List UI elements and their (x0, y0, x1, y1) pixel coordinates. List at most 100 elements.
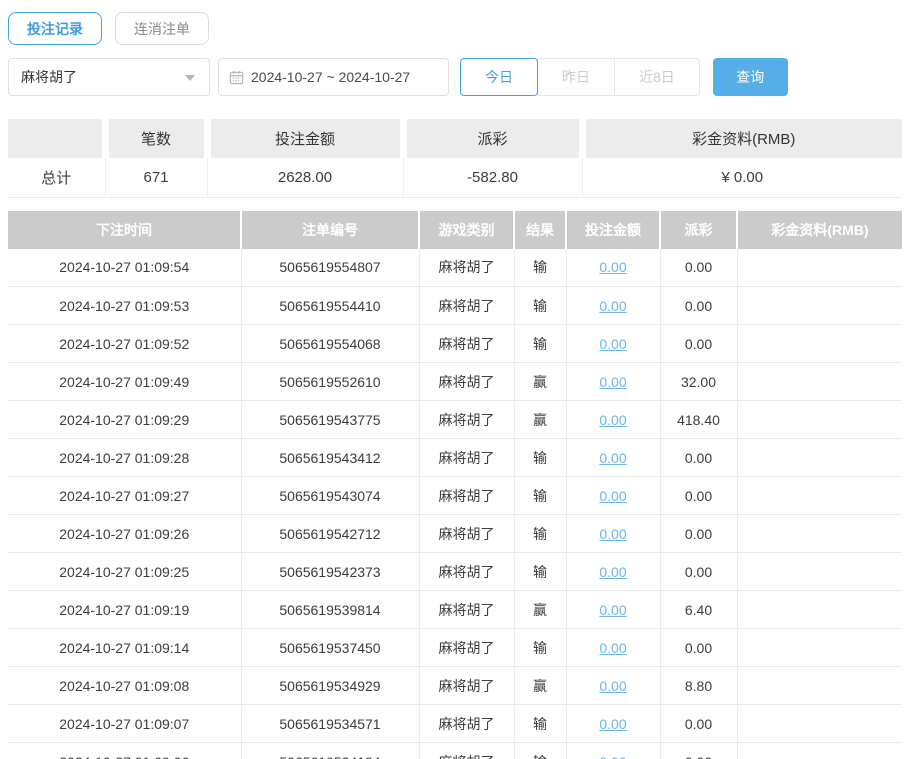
bonus-cell (737, 705, 902, 743)
bet-amount-link[interactable]: 0.00 (599, 716, 626, 732)
bet-amount-cell: 0.00 (566, 667, 660, 705)
result-cell: 输 (514, 477, 566, 515)
tab-cancelled-orders[interactable]: 连消注单 (115, 12, 209, 45)
date-range-value: 2024-10-27 ~ 2024-10-27 (251, 69, 410, 85)
table-row: 2024-10-27 01:09:085065619534929麻将胡了赢0.0… (8, 667, 902, 705)
summary-header-count: 笔数 (105, 119, 207, 158)
table-row: 2024-10-27 01:09:195065619539814麻将胡了赢0.0… (8, 591, 902, 629)
payout-cell: 8.80 (660, 667, 737, 705)
bonus-cell (737, 477, 902, 515)
bonus-cell (737, 591, 902, 629)
bet-amount-link[interactable]: 0.00 (599, 488, 626, 504)
header-order-number: 注单编号 (241, 211, 419, 249)
filter-bar: 麻将胡了 2024-10-27 ~ 2024-10-27 今日 昨日 近8日 查… (8, 58, 902, 96)
bet-amount-link[interactable]: 0.00 (599, 298, 626, 314)
chevron-down-icon (185, 75, 195, 81)
order-number-cell: 5065619543775 (241, 401, 419, 439)
result-cell: 输 (514, 553, 566, 591)
order-number-cell: 5065619537450 (241, 629, 419, 667)
table-row: 2024-10-27 01:09:545065619554807麻将胡了输0.0… (8, 249, 902, 287)
order-number-cell: 5065619542712 (241, 515, 419, 553)
bet-amount-link[interactable]: 0.00 (599, 526, 626, 542)
bet-amount-link[interactable]: 0.00 (599, 564, 626, 580)
last-8-days-button[interactable]: 近8日 (614, 58, 700, 96)
game-type-cell: 麻将胡了 (419, 363, 514, 401)
header-bonus: 彩金资料(RMB) (737, 211, 902, 249)
payout-cell: 0.00 (660, 287, 737, 325)
table-row: 2024-10-27 01:09:495065619552610麻将胡了赢 0.0… (8, 363, 902, 401)
result-cell: 赢 (514, 363, 566, 401)
bet-amount-link[interactable]: 0.00 (599, 640, 626, 656)
game-type-cell: 麻将胡了 (419, 287, 514, 325)
game-type-cell: 麻将胡了 (419, 325, 514, 363)
bet-amount-link[interactable]: 0.00 (599, 754, 626, 759)
payout-cell: 0.00 (660, 515, 737, 553)
summary-header-blank (8, 119, 105, 158)
bet-amount-cell: 0.00 (566, 401, 660, 439)
payout-cell: 418.40 (660, 401, 737, 439)
summary-total-count: 671 (105, 158, 207, 197)
game-type-select[interactable]: 麻将胡了 (8, 58, 210, 96)
bet-amount-link[interactable]: 0.00 (599, 602, 626, 618)
bet-time-cell: 2024-10-27 01:09:07 (8, 705, 241, 743)
result-cell: 输 (514, 629, 566, 667)
bonus-cell (737, 743, 902, 759)
bet-table-header-row: 下注时间 注单编号 游戏类别 结果 投注金额 派彩 彩金资料(RMB) (8, 211, 902, 249)
bet-table-body: 2024-10-27 01:09:545065619554807麻将胡了输0.0… (8, 249, 902, 759)
bet-time-cell: 2024-10-27 01:09:49 (8, 363, 241, 401)
table-row: 2024-10-27 01:09:535065619554410麻将胡了输0.0… (8, 287, 902, 325)
bonus-cell (737, 287, 902, 325)
result-cell: 输 (514, 743, 566, 759)
summary-total-payout: -582.80 (403, 158, 582, 197)
bet-amount-link[interactable]: 0.00 (599, 374, 626, 390)
game-type-cell: 麻将胡了 (419, 401, 514, 439)
bet-amount-link[interactable]: 0.00 (599, 336, 626, 352)
order-number-cell: 5065619552610 (241, 363, 419, 401)
order-number-cell: 5065619554068 (241, 325, 419, 363)
order-number-cell: 5065619554410 (241, 287, 419, 325)
game-type-selected-value: 麻将胡了 (21, 67, 77, 87)
payout-cell: 0.00 (660, 629, 737, 667)
game-type-cell: 麻将胡了 (419, 515, 514, 553)
payout-cell: 0.00 (660, 249, 737, 287)
bet-time-cell: 2024-10-27 01:09:26 (8, 515, 241, 553)
result-cell: 输 (514, 705, 566, 743)
bet-amount-link[interactable]: 0.00 (599, 259, 626, 275)
bet-amount-cell: 0.00 (566, 743, 660, 759)
bet-amount-cell: 0.00 (566, 477, 660, 515)
tab-betting-records[interactable]: 投注记录 (8, 12, 102, 45)
result-cell: 赢 (514, 667, 566, 705)
payout-cell: 32.00 (660, 363, 737, 401)
result-cell: 输 (514, 439, 566, 477)
date-range-input[interactable]: 2024-10-27 ~ 2024-10-27 (218, 58, 449, 96)
bet-time-cell: 2024-10-27 01:09:52 (8, 325, 241, 363)
result-cell: 输 (514, 287, 566, 325)
bet-amount-cell: 0.00 (566, 325, 660, 363)
order-number-cell: 5065619534571 (241, 705, 419, 743)
bonus-cell (737, 249, 902, 287)
payout-cell: 0.00 (660, 553, 737, 591)
summary-total-bonus: ¥ 0.00 (582, 158, 902, 197)
order-number-cell: 5065619534184 (241, 743, 419, 759)
query-button[interactable]: 查询 (713, 58, 788, 96)
bet-time-cell: 2024-10-27 01:09:25 (8, 553, 241, 591)
payout-cell: 0.00 (660, 439, 737, 477)
game-type-cell: 麻将胡了 (419, 553, 514, 591)
payout-cell: 0.00 (660, 477, 737, 515)
bet-amount-cell: 0.00 (566, 515, 660, 553)
bet-records-table: 下注时间 注单编号 游戏类别 结果 投注金额 派彩 彩金资料(RMB) 2024… (8, 211, 902, 759)
today-button[interactable]: 今日 (460, 58, 538, 96)
table-row: 2024-10-27 01:09:525065619554068麻将胡了输0.0… (8, 325, 902, 363)
table-row: 2024-10-27 01:09:285065619543412麻将胡了输0.0… (8, 439, 902, 477)
order-number-cell: 5065619542373 (241, 553, 419, 591)
bet-amount-link[interactable]: 0.00 (599, 412, 626, 428)
order-number-cell: 5065619543412 (241, 439, 419, 477)
payout-cell: 0.00 (660, 325, 737, 363)
bonus-cell (737, 325, 902, 363)
yesterday-button[interactable]: 昨日 (537, 58, 615, 96)
bet-amount-link[interactable]: 0.00 (599, 450, 626, 466)
summary-total-label: 总计 (8, 158, 105, 197)
header-bet-time: 下注时间 (8, 211, 241, 249)
order-number-cell: 5065619539814 (241, 591, 419, 629)
bet-amount-link[interactable]: 0.00 (599, 678, 626, 694)
